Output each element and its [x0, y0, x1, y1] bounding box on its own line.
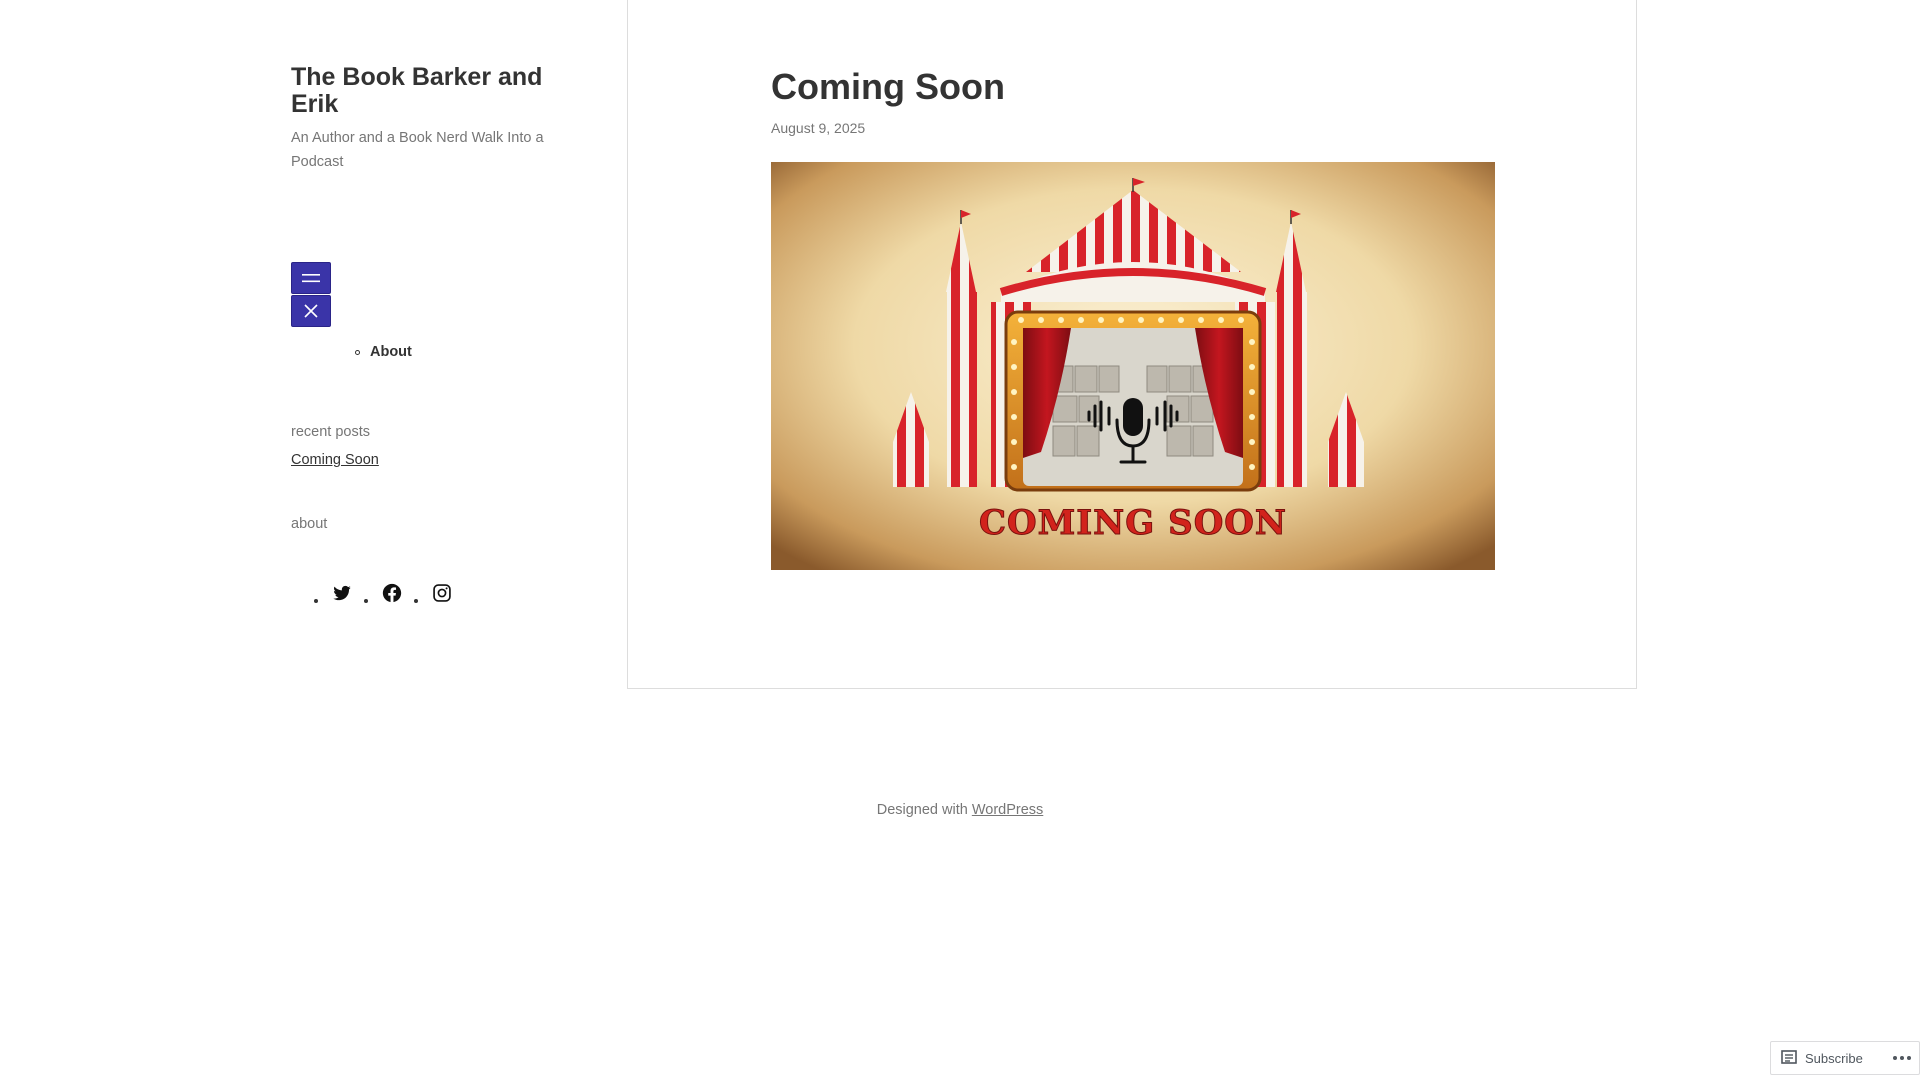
site-tagline: An Author and a Book Nerd Walk Into a Po…: [291, 130, 544, 170]
social-links: [314, 577, 464, 605]
bullet-icon: [364, 599, 368, 603]
footer-credit: Designed with: [876, 802, 968, 818]
post-date[interactable]: August 9, 2025: [771, 120, 865, 136]
image-caption: COMING SOON: [979, 503, 1287, 543]
recent-posts-heading: recent posts: [291, 424, 370, 440]
site-footer: Designed with WordPress: [0, 802, 1920, 818]
ellipsis-icon: [1893, 1056, 1911, 1060]
menu-item-label: About: [370, 344, 412, 360]
bullet-icon: [414, 599, 418, 603]
close-icon: [304, 304, 318, 318]
sidebar: The Book Barker and Erik An Author and a…: [291, 64, 581, 603]
facebook-icon[interactable]: [380, 581, 404, 605]
post-article: Coming Soon August 9, 2025 COMING SOON: [627, 0, 1637, 689]
featured-image: COMING SOON: [771, 162, 1495, 570]
subscribe-label: Subscribe: [1805, 1050, 1863, 1066]
post-title[interactable]: Coming Soon: [771, 66, 1005, 108]
wordpress-link[interactable]: WordPress: [972, 802, 1043, 818]
reader-icon: [1781, 1050, 1797, 1064]
more-options-button[interactable]: [1885, 1042, 1919, 1074]
recent-post-link[interactable]: Coming Soon: [291, 452, 379, 468]
subscribe-bar: Subscribe: [1770, 1041, 1920, 1075]
primary-menu: About: [355, 344, 412, 360]
instagram-icon[interactable]: [430, 581, 454, 605]
site-title[interactable]: The Book Barker and Erik: [291, 64, 581, 118]
menu-toggle-button[interactable]: [291, 262, 331, 294]
twitter-icon[interactable]: [330, 581, 354, 605]
bullet-icon: [314, 599, 318, 603]
bullet-icon: [355, 349, 360, 355]
about-heading: about: [291, 516, 328, 532]
menu-item-about[interactable]: About: [355, 344, 412, 360]
hamburger-icon: [302, 274, 320, 283]
menu-close-button[interactable]: [291, 295, 331, 327]
subscribe-button[interactable]: Subscribe: [1771, 1042, 1873, 1074]
